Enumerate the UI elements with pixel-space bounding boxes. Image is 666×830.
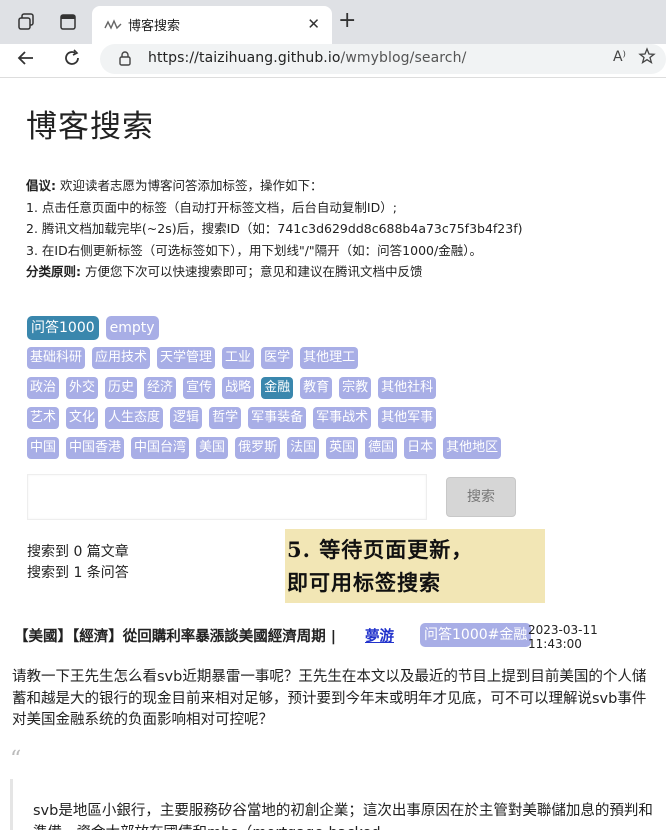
page-content: 博客搜索 倡议: 欢迎读者志愿为博客问答添加标签，操作如下： 1. 点击任意页面… (0, 79, 666, 830)
tag-chip[interactable]: 历史 (105, 377, 138, 399)
tag-chip[interactable]: 教育 (300, 377, 333, 399)
tag-chip[interactable]: 经济 (144, 377, 177, 399)
tag-row: 政治 外交 历史 经济 宣传 战略 金融 教育 宗教 其他社科 (27, 373, 567, 403)
tag-row: 问答1000 empty (27, 313, 567, 343)
notice-text: 欢迎读者志愿为博客问答添加标签，操作如下： (59, 178, 323, 193)
tag-chip[interactable]: 基础科研 (27, 347, 86, 369)
tag-row: 基础科研 应用技术 天学管理 工业 医学 其他理工 (27, 343, 567, 373)
browser-tab-bar: 博客搜索 ✕ + (0, 0, 666, 44)
article-count: 搜索到 0 篇文章 (27, 544, 129, 560)
tag-chip[interactable]: 文化 (66, 407, 99, 429)
tag-chip[interactable]: 军事战术 (313, 407, 372, 429)
tag-filter-list: 问答1000 empty 基础科研 应用技术 天学管理 工业 医学 其他理工 政治 外交 历史经… (27, 313, 567, 463)
tag-chip[interactable]: 逻辑 (170, 407, 203, 429)
tag-chip[interactable]: 宣传 (183, 377, 216, 399)
result-header: 【美國】【經濟】從回購利率暴漲談美國經濟周期 | 夢游 问答1000#金融 20… (14, 623, 654, 651)
principle-label: 分类原则: (26, 264, 81, 279)
tag-chip[interactable]: 美国 (196, 437, 229, 459)
overlay-line-2: 即可用标签搜索 (287, 570, 441, 595)
instruction-overlay: 5. 等待页面更新， 即可用标签搜索 (285, 529, 545, 603)
tag-chip[interactable]: 金融 (261, 377, 294, 399)
tag-chip[interactable]: 宗教 (339, 377, 372, 399)
workspaces-icon[interactable] (16, 12, 36, 32)
result-title[interactable]: 【美國】【經濟】從回購利率暴漲談美國經濟周期 | (14, 625, 336, 646)
tag-chip[interactable]: 法国 (287, 437, 320, 459)
tag-chip[interactable]: 其他理工 (300, 347, 359, 369)
tag-chip[interactable]: empty (105, 316, 159, 340)
url-field[interactable]: https://taizihuang.github.io/wmyblog/sea… (100, 44, 666, 74)
search-button[interactable]: 搜索 (446, 477, 516, 517)
result-counts: 搜索到 0 篇文章 搜索到 1 条问答 (27, 542, 129, 584)
tag-chip[interactable]: 俄罗斯 (235, 437, 281, 459)
notice-step-2: 2. 腾讯文档加载完毕(~2s)后，搜索ID（如：741c3d629dd8c68… (26, 221, 523, 236)
answer-blockquote: svb是地區小銀行，主要服務矽谷當地的初創企業；這次出事原因在於主管對美聯儲加息… (10, 779, 660, 830)
result-tag[interactable]: 问答1000#金融 (420, 623, 532, 647)
tag-chip[interactable]: 德国 (365, 437, 398, 459)
principle-text: 方便您下次可以快速搜索即可；意见和建议在腾讯文档中反馈 (84, 264, 423, 279)
tag-chip[interactable]: 日本 (404, 437, 437, 459)
notice-label: 倡议: (26, 178, 56, 193)
notice-step-1: 1. 点击任意页面中的标签（自动打开标签文档，后台自动复制ID）; (26, 199, 397, 215)
active-tab[interactable]: 博客搜索 ✕ (92, 6, 332, 44)
read-aloud-icon[interactable]: A⁾ (613, 49, 626, 65)
notice-step-3: 3. 在ID右侧更新标签（可选标签如下），用下划线"/"隔开（如：问答1000/… (26, 242, 482, 258)
new-tab-icon[interactable]: + (338, 10, 356, 32)
site-favicon-icon (104, 17, 122, 31)
tag-row: 中国 中国香港 中国台湾 美国 俄罗斯 法国 英国 德国 日本 其他地区 (27, 433, 567, 463)
tag-chip[interactable]: 哲学 (209, 407, 242, 429)
result-author-link[interactable]: 夢游 (365, 625, 394, 646)
qa-count: 搜索到 1 条问答 (27, 565, 129, 581)
url-text: https://taizihuang.github.io/wmyblog/sea… (148, 50, 467, 66)
tag-chip[interactable]: 英国 (326, 437, 359, 459)
result-date: 2023-03-11 11:43:00 (528, 623, 598, 651)
favorite-star-icon[interactable] (638, 47, 656, 70)
search-input[interactable] (27, 474, 427, 520)
reload-icon[interactable] (62, 48, 82, 73)
tag-chip[interactable]: 工业 (222, 347, 255, 369)
tag-chip[interactable]: 中国 (27, 437, 60, 459)
quote-mark-icon: “ (10, 747, 22, 772)
tag-chip[interactable]: 政治 (27, 377, 60, 399)
tab-close-icon[interactable]: ✕ (307, 15, 320, 33)
answer-text: svb是地區小銀行，主要服務矽谷當地的初創企業；這次出事原因在於主管對美聯儲加息… (33, 803, 653, 830)
tab-title: 博客搜索 (128, 19, 181, 34)
tag-chip[interactable]: 军事装备 (248, 407, 307, 429)
back-arrow-icon[interactable] (16, 48, 36, 73)
address-bar-row: https://taizihuang.github.io/wmyblog/sea… (0, 44, 666, 78)
tag-row: 艺术 文化 人生态度 逻辑 哲学 军事装备 军事战术 其他军事 (27, 403, 567, 433)
tag-chip[interactable]: 人生态度 (105, 407, 164, 429)
tag-chip[interactable]: 应用技术 (92, 347, 151, 369)
overlay-line-1: 5. 等待页面更新， (287, 537, 474, 562)
result-question: 请教一下王先生怎么看svb近期暴雷一事呢？王先生在本文以及最近的节目上提到目前美… (12, 669, 647, 728)
tag-chip[interactable]: 天学管理 (157, 347, 216, 369)
tag-chip[interactable]: 战略 (222, 377, 255, 399)
lock-icon[interactable] (118, 50, 132, 70)
tag-chip[interactable]: 其他军事 (378, 407, 437, 429)
tag-chip[interactable]: 中国香港 (66, 437, 125, 459)
tag-chip[interactable]: 医学 (261, 347, 294, 369)
tag-chip[interactable]: 中国台湾 (131, 437, 190, 459)
tag-chip[interactable]: 艺术 (27, 407, 60, 429)
tab-actions-icon[interactable] (58, 12, 78, 32)
tag-chip[interactable]: 其他地区 (443, 437, 502, 459)
volunteer-notice: 倡议: 欢迎读者志愿为博客问答添加标签，操作如下： 1. 点击任意页面中的标签（… (26, 175, 523, 283)
tag-chip[interactable]: 问答1000 (27, 316, 99, 340)
tag-chip[interactable]: 其他社科 (378, 377, 437, 399)
tag-chip[interactable]: 外交 (66, 377, 99, 399)
page-title: 博客搜索 (26, 109, 154, 145)
